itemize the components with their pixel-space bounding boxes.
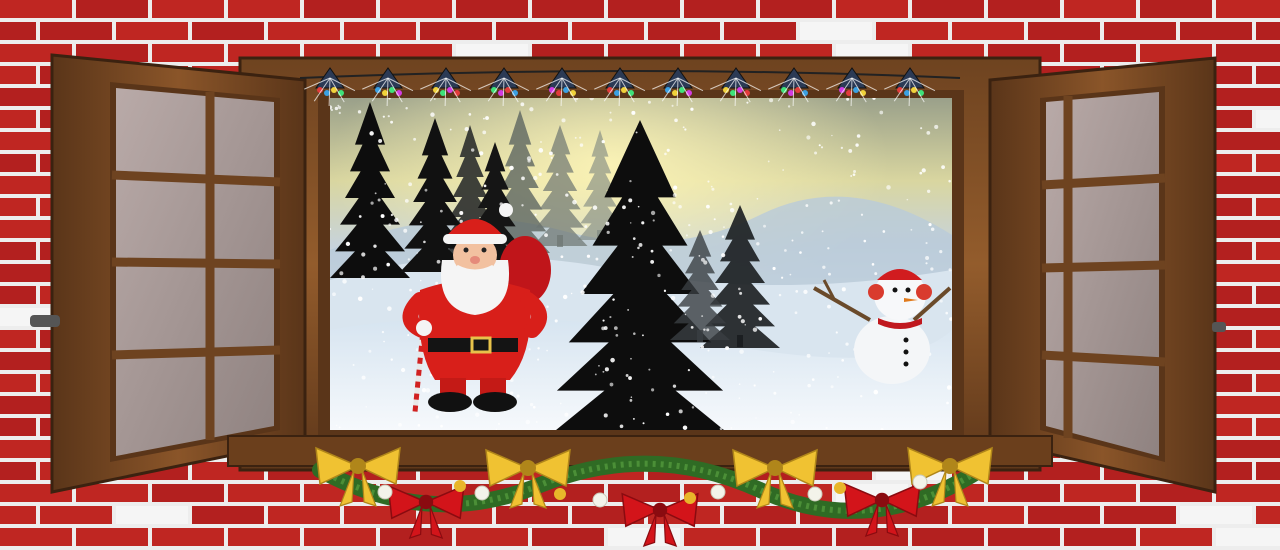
left-shutter	[30, 53, 307, 494]
right-shutter	[988, 56, 1226, 494]
window-illustration	[30, 53, 1226, 547]
winter-landscape	[330, 98, 952, 430]
christmas-window-scene	[0, 0, 1280, 550]
